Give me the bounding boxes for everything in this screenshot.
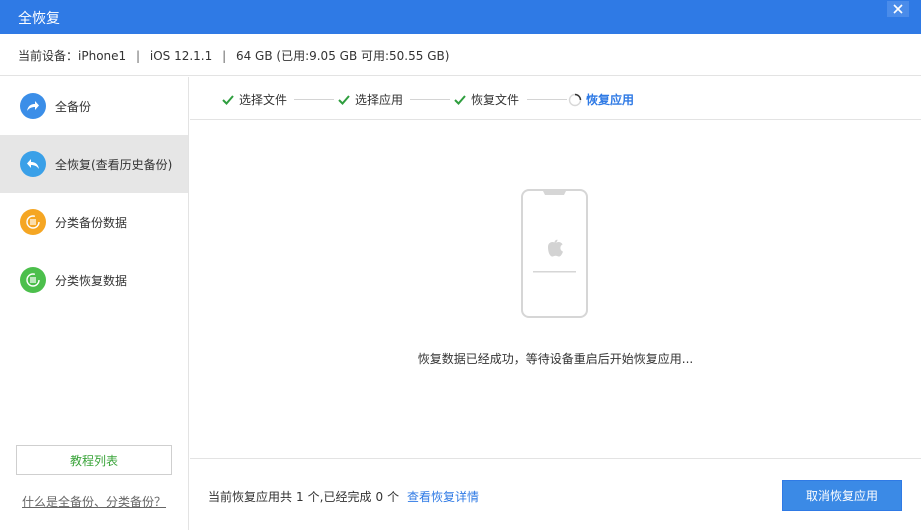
divider: | — [135, 49, 141, 63]
view-restore-details-link[interactable]: 查看恢复详情 — [407, 490, 479, 504]
device-name: iPhone1 — [78, 49, 127, 63]
phone-illustration-icon — [521, 189, 588, 318]
loading-spinner-icon — [568, 93, 582, 107]
divider: | — [222, 49, 227, 63]
sidebar: 全备份 全恢复(查看历史备份) 分类备份数据 分类恢复数据 教程列表 什么是全备… — [0, 77, 189, 530]
step-connector — [294, 99, 334, 100]
step-label: 恢复文件 — [471, 93, 520, 107]
summary-middle: 个,已经完成 — [307, 490, 372, 504]
sidebar-item-category-backup[interactable]: 分类备份数据 — [0, 193, 188, 251]
title-bar: 全恢复 — [0, 0, 921, 34]
sidebar-item-label: 分类恢复数据 — [55, 273, 128, 288]
check-icon — [337, 93, 351, 107]
tutorial-list-button[interactable]: 教程列表 — [16, 445, 172, 475]
step-label: 选择应用 — [355, 93, 404, 107]
footer-bar: 当前恢复应用共 1 个,已经完成 0 个 查看恢复详情 取消恢复应用 — [190, 458, 921, 530]
step-connector — [527, 99, 567, 100]
step-select-files: 选择文件 — [221, 91, 287, 108]
sidebar-item-full-restore[interactable]: 全恢复(查看历史备份) — [0, 135, 188, 193]
step-restore-apps: 恢复应用 — [568, 91, 634, 108]
completed-count: 0 — [375, 490, 384, 504]
sidebar-item-label: 全恢复(查看历史备份) — [55, 157, 173, 172]
check-icon — [453, 93, 467, 107]
total-count: 1 — [296, 490, 304, 504]
device-os: iOS 12.1.1 — [149, 49, 213, 63]
step-connector — [410, 99, 450, 100]
step-label: 恢复应用 — [586, 93, 635, 107]
device-info-bar: 当前设备：iPhone1 | iOS 12.1.1 | 64 GB (已用:9.… — [0, 34, 921, 76]
restore-status-message: 恢复数据已经成功，等待设备重启后开始恢复应用... — [417, 352, 694, 366]
category-restore-icon — [20, 267, 46, 293]
step-restore-files: 恢复文件 — [453, 91, 519, 108]
main-content: 恢复数据已经成功，等待设备重启后开始恢复应用... — [190, 121, 921, 458]
device-storage: 64 GB (已用:9.05 GB 可用:50.55 GB) — [235, 49, 450, 63]
share-arrow-icon — [20, 93, 46, 119]
backup-help-link[interactable]: 什么是全备份、分类备份？ — [22, 493, 166, 510]
step-label: 选择文件 — [239, 93, 288, 107]
category-backup-icon — [20, 209, 46, 235]
reply-arrow-icon — [20, 151, 46, 177]
sidebar-item-label: 全备份 — [55, 99, 92, 114]
sidebar-item-category-restore[interactable]: 分类恢复数据 — [0, 251, 188, 309]
current-device-label: 当前设备： — [18, 49, 79, 63]
progress-steps: 选择文件 选择应用 恢复文件 恢复应用 — [190, 77, 921, 120]
check-icon — [221, 93, 235, 107]
summary-prefix: 当前恢复应用共 — [208, 490, 293, 504]
summary-suffix: 个 — [387, 490, 400, 504]
close-button[interactable] — [887, 1, 909, 17]
step-select-apps: 选择应用 — [337, 91, 403, 108]
sidebar-item-label: 分类备份数据 — [55, 215, 128, 230]
window-title: 全恢复 — [18, 11, 60, 27]
restore-summary: 当前恢复应用共 1 个,已经完成 0 个 查看恢复详情 — [208, 488, 479, 505]
close-icon — [893, 4, 903, 14]
sidebar-item-full-backup[interactable]: 全备份 — [0, 77, 188, 135]
cancel-restore-button[interactable]: 取消恢复应用 — [782, 480, 902, 511]
